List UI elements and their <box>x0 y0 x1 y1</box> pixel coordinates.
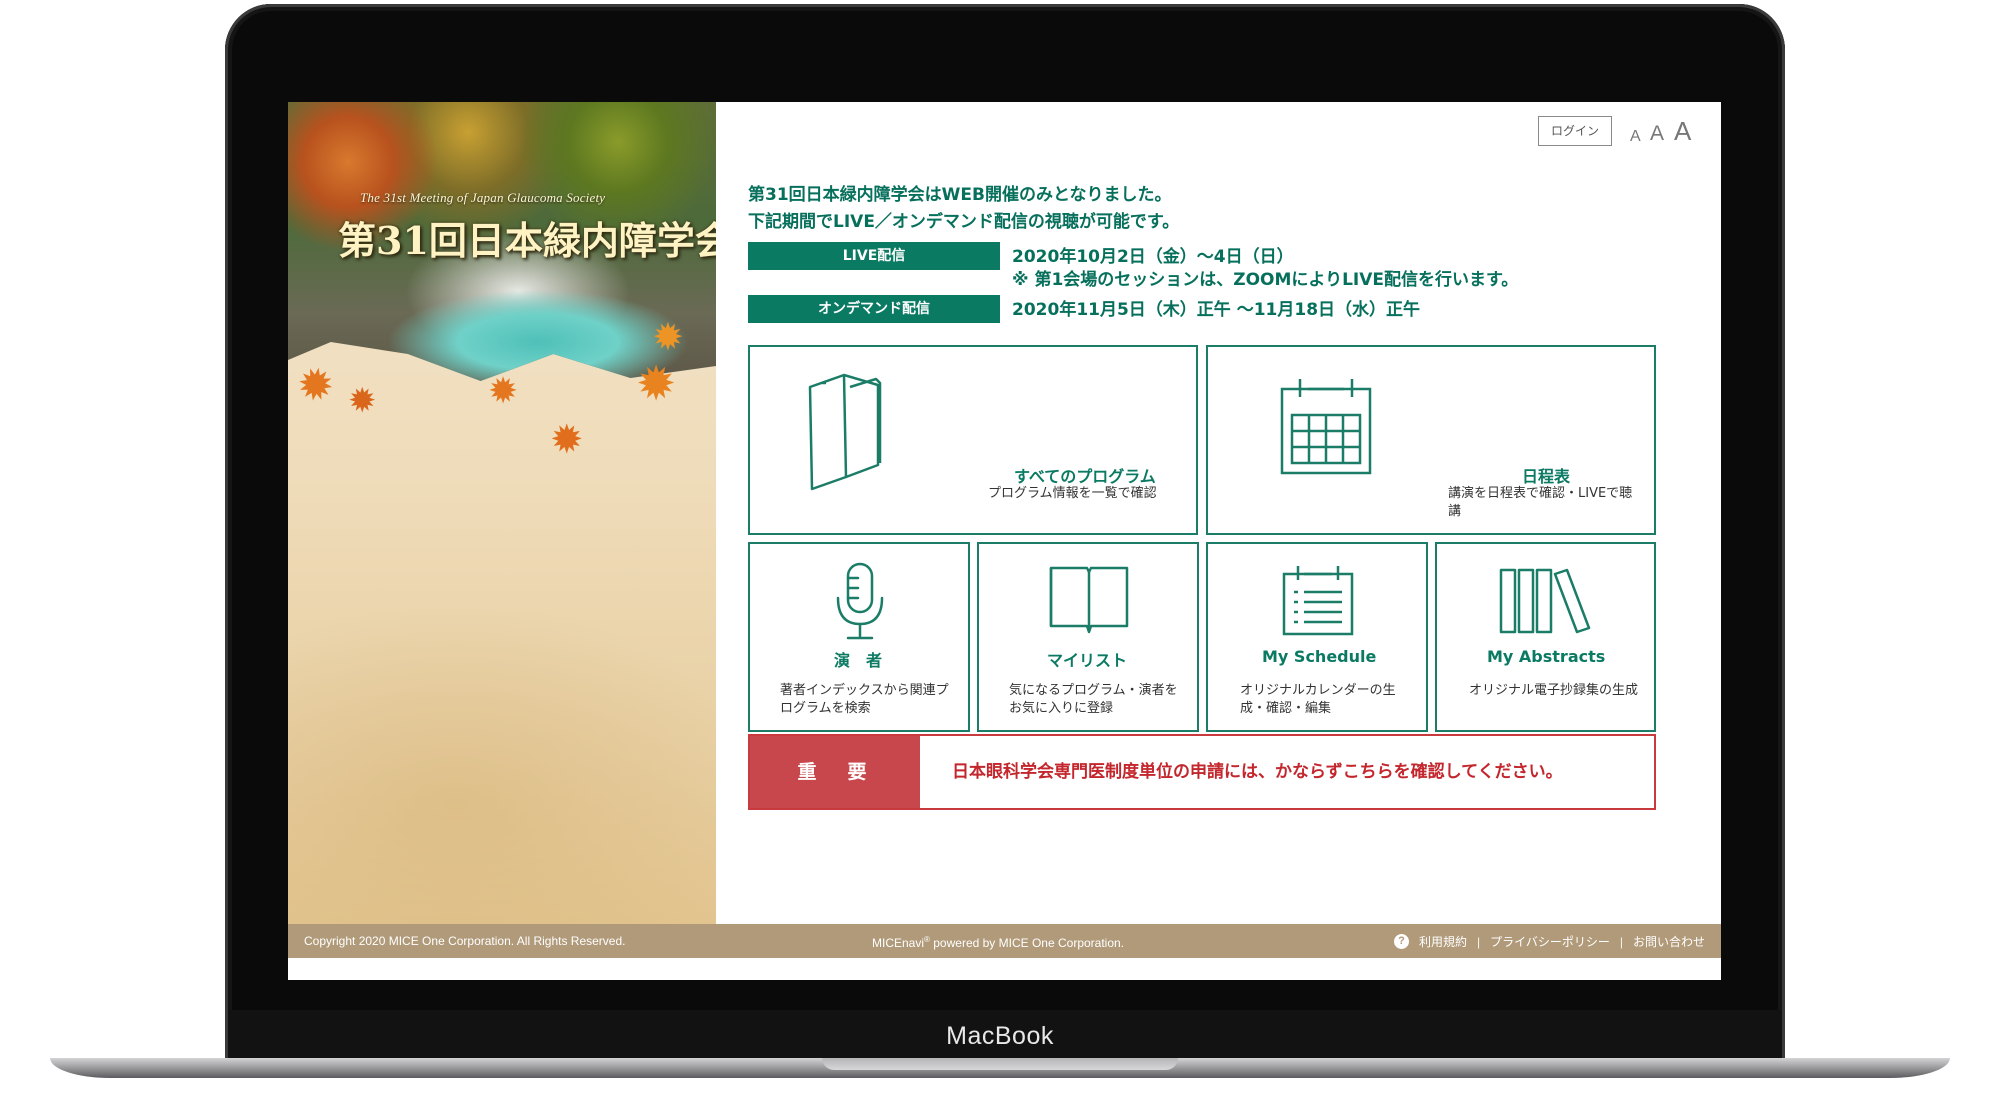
banner-texture <box>288 602 716 924</box>
maple-leaf-icon: ✹ <box>652 315 684 359</box>
all-programs-title: すべてのプログラム <box>1014 467 1156 486</box>
mylist-title: マイリスト <box>1047 651 1128 670</box>
all-programs-desc: プログラム情報を一覧で確認 <box>988 486 1157 501</box>
copyright-text: Copyright 2020 MICE One Corporation. All… <box>304 934 626 948</box>
important-label: 重 要 <box>750 736 920 808</box>
speakers-desc: 著者インデックスから関連プログラムを検索 <box>780 683 949 716</box>
notice-line-1: 第31回日本緑内障学会はWEB開催のみとなりました。 <box>748 185 1172 205</box>
maple-leaf-icon: ✹ <box>636 356 677 412</box>
live-note: ※ 第1会場のセッションは、ZOOMによりLIVE配信を行います。 <box>1012 270 1519 290</box>
login-button[interactable]: ログイン <box>1538 116 1612 146</box>
live-dates: 2020年10月2日（金）～4日（日） <box>1012 247 1294 267</box>
powered-by-text: MICEnavi® powered by MICE One Corporatio… <box>872 935 1124 950</box>
help-icon[interactable]: ? <box>1393 934 1409 949</box>
maple-leaf-icon: ✹ <box>488 371 519 412</box>
main-content: ログイン A A A 第31回日本緑内障学会はWEB開催のみとなりました。 下記… <box>716 102 1721 924</box>
mylist-card[interactable]: マイリスト 気になるプログラム・演者をお気に入りに登録 <box>977 542 1199 732</box>
schedule-list-icon <box>1282 566 1354 636</box>
microphone-icon <box>836 562 884 640</box>
font-size-small-button[interactable]: A <box>1630 128 1641 146</box>
timetable-title: 日程表 <box>1522 467 1571 486</box>
myabstracts-card[interactable]: My Abstracts オリジナル電子抄録集の生成 <box>1435 542 1656 732</box>
footer: Copyright 2020 MICE One Corporation. All… <box>288 924 1721 958</box>
font-size-medium-button[interactable]: A <box>1650 122 1664 146</box>
live-tag: LIVE配信 <box>748 242 1000 270</box>
web-only-notice: 第31回日本緑内障学会はWEB開催のみとなりました。 下記期間でLIVE／オンデ… <box>748 182 1648 236</box>
ondemand-dates: 2020年11月5日（木）正午 ～11月18日（水）正午 <box>1012 300 1421 320</box>
footer-link-privacy[interactable]: プライバシーポリシー <box>1490 933 1610 950</box>
timetable-desc: 講演を日程表で確認・LIVEで聴講 <box>1448 486 1633 519</box>
powered-name: MICEnavi <box>872 936 925 950</box>
folded-book-icon <box>808 373 882 491</box>
important-text[interactable]: 日本眼科学会専門医制度単位の申請には、かならずこちらを確認してください。 <box>952 736 1563 808</box>
myschedule-desc: オリジナルカレンダーの生成・確認・編集 <box>1240 683 1396 716</box>
open-book-icon <box>1049 566 1129 634</box>
speakers-title: 演 者 <box>834 651 883 670</box>
timetable-card[interactable]: 日程表 講演を日程表で確認・LIVEで聴講 <box>1206 345 1656 535</box>
speakers-card[interactable]: 演 者 著者インデックスから関連プログラムを検索 <box>748 542 970 732</box>
footer-link-terms[interactable]: 利用規約 <box>1419 933 1467 950</box>
laptop-base-notch <box>822 1058 1178 1070</box>
maple-leaf-icon: ✹ <box>348 381 377 421</box>
myabstracts-title: My Abstracts <box>1487 647 1606 666</box>
all-programs-card[interactable]: すべてのプログラム プログラム情報を一覧で確認 <box>748 345 1198 535</box>
myabstracts-desc: オリジナル電子抄録集の生成 <box>1469 683 1639 698</box>
footer-links: ? 利用規約 | プライバシーポリシー | お問い合わせ <box>1393 933 1705 950</box>
footer-separator: | <box>1619 934 1623 949</box>
ondemand-tag: オンデマンド配信 <box>748 295 1000 323</box>
maple-leaf-icon: ✹ <box>290 355 343 416</box>
notice-line-2: 下記期間でLIVE／オンデマンド配信の視聴が可能です。 <box>748 212 1180 232</box>
powered-by-suffix: powered by MICE One Corporation. <box>929 936 1125 950</box>
mylist-desc: 気になるプログラム・演者をお気に入りに登録 <box>1009 683 1178 716</box>
conference-banner: The 31st Meeting of Japan Glaucoma Socie… <box>288 102 716 924</box>
myschedule-card[interactable]: My Schedule オリジナルカレンダーの生成・確認・編集 <box>1206 542 1428 732</box>
calendar-icon <box>1280 379 1372 475</box>
laptop-brand-label: MacBook <box>946 1022 1054 1050</box>
banner-title: 第31回日本緑内障学会 <box>338 218 716 263</box>
myschedule-title: My Schedule <box>1262 647 1377 666</box>
important-notice-banner[interactable]: 重 要 日本眼科学会専門医制度単位の申請には、かならずこちらを確認してください。 <box>748 734 1656 810</box>
maple-leaf-icon: ✹ <box>550 417 584 463</box>
screen: The 31st Meeting of Japan Glaucoma Socie… <box>288 102 1721 980</box>
books-icon <box>1499 568 1591 634</box>
font-size-large-button[interactable]: A <box>1674 116 1691 147</box>
footer-separator: | <box>1476 934 1481 949</box>
banner-subtitle: The 31st Meeting of Japan Glaucoma Socie… <box>360 190 606 205</box>
footer-link-contact[interactable]: お問い合わせ <box>1633 933 1705 950</box>
